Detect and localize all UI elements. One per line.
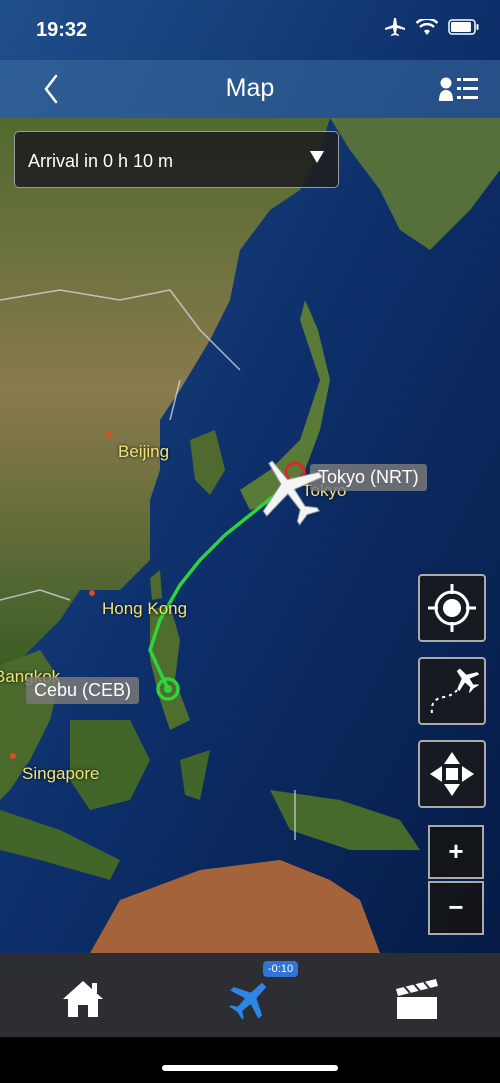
caret-down-icon <box>310 151 324 163</box>
status-time: 19:32 <box>36 19 88 41</box>
status-icons <box>384 18 480 36</box>
home-indicator[interactable] <box>162 1065 338 1071</box>
zoom-in-button[interactable]: + <box>428 825 484 879</box>
airplane-mode-icon <box>385 18 405 36</box>
city-label-hong-kong: Hong Kong <box>102 599 188 618</box>
beijing-dot <box>106 432 112 438</box>
status-bar: 19:32 <box>0 0 500 60</box>
home-icon[interactable] <box>58 973 108 1023</box>
battery-icon <box>448 19 479 35</box>
clapperboard-icon[interactable] <box>392 973 442 1023</box>
page-title: Map <box>225 74 275 102</box>
airplane-position-icon <box>262 460 324 526</box>
user-list-icon[interactable] <box>438 74 480 104</box>
origin-airport-label: Cebu (CEB) <box>26 677 140 704</box>
city-label-singapore: Singapore <box>22 764 100 783</box>
arrival-dropdown-value: Arrival in 0 h 10 m <box>28 151 174 171</box>
pan-button[interactable] <box>418 740 486 808</box>
city-label-beijing: Beijing <box>118 442 170 461</box>
home-indicator-area <box>0 1037 500 1083</box>
flight-path-button[interactable] <box>418 657 486 725</box>
flight-time-badge: -0:10 <box>263 961 299 977</box>
airplane-icon[interactable] <box>225 973 275 1023</box>
tab-bar <box>0 953 500 1037</box>
flight-path-icon <box>430 668 480 714</box>
zoom-out-button[interactable]: − <box>428 881 484 935</box>
locate-icon <box>428 584 476 632</box>
wifi-icon <box>416 19 438 35</box>
singapore-dot <box>10 753 16 759</box>
arrival-dropdown[interactable]: Arrival in 0 h 10 m <box>14 131 339 188</box>
locate-button[interactable] <box>418 574 486 642</box>
pan-icon <box>430 752 474 796</box>
navigation-bar: Map <box>0 60 500 118</box>
hong-kong-dot <box>89 590 95 596</box>
